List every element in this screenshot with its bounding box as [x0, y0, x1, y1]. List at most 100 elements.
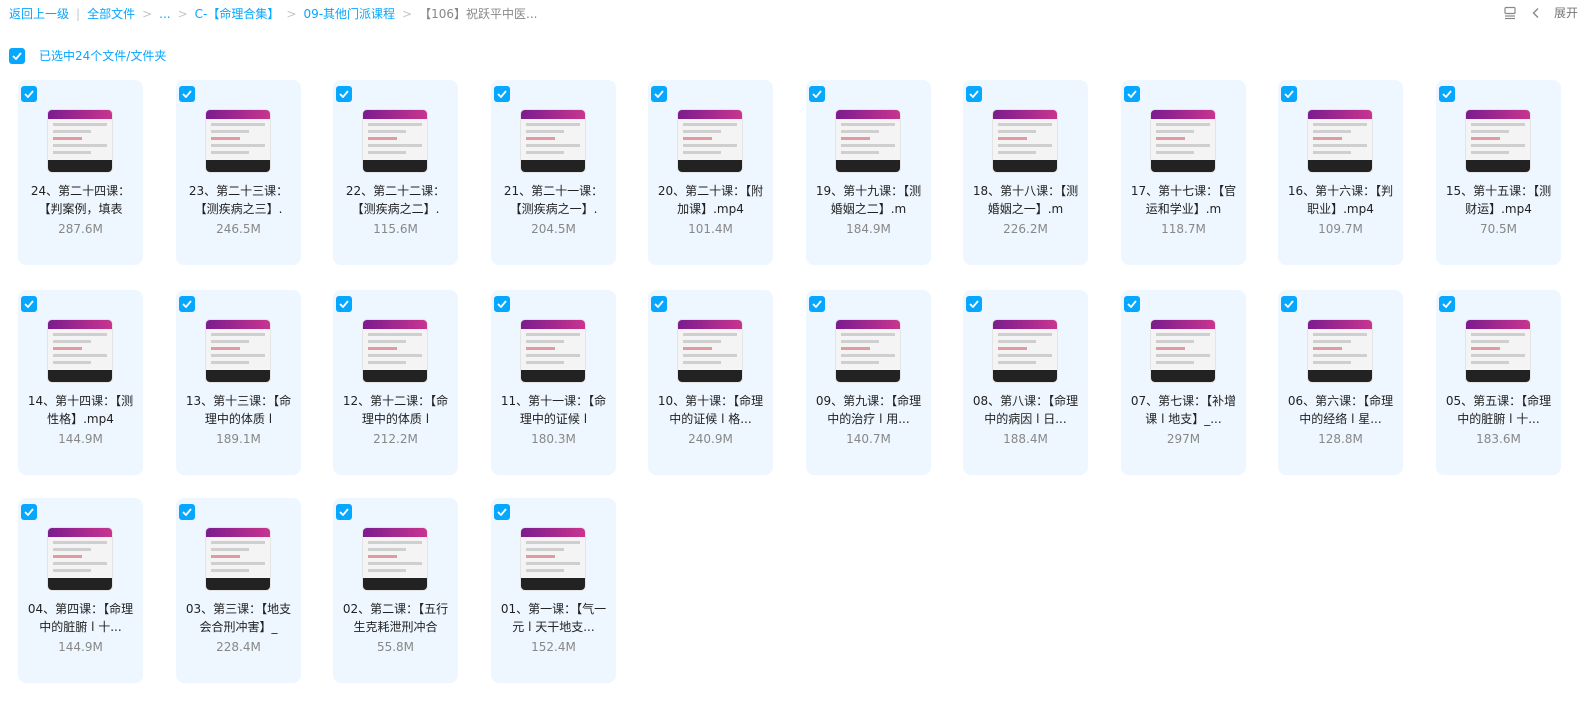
- file-checkbox[interactable]: [179, 296, 195, 312]
- video-thumbnail: [1466, 110, 1530, 172]
- file-checkbox[interactable]: [494, 296, 510, 312]
- breadcrumb-folder-09[interactable]: 09-其他门派课程: [303, 5, 395, 22]
- video-thumbnail: [206, 528, 270, 590]
- expand-button[interactable]: 展开: [1554, 4, 1578, 21]
- file-size: 188.4M: [1003, 432, 1048, 446]
- file-card[interactable]: 19、第十九课：【测婚姻之二】.m 184.9M: [806, 80, 931, 265]
- file-checkbox[interactable]: [1124, 86, 1140, 102]
- chevron-left-icon[interactable]: [1528, 5, 1544, 21]
- file-size: 226.2M: [1003, 222, 1048, 236]
- file-checkbox[interactable]: [21, 296, 37, 312]
- file-name: 14、第十四课：【测性格】.mp4: [27, 394, 134, 426]
- back-link[interactable]: 返回上一级: [9, 5, 69, 22]
- file-name: 05、第五课：【命理中的脏腑 l 十...: [1445, 394, 1552, 426]
- file-name: 03、第三课：【地支会合刑冲害】_: [185, 602, 292, 634]
- video-thumbnail: [1151, 110, 1215, 172]
- file-card[interactable]: 21、第二十一课：【测疾病之一】. 204.5M: [491, 80, 616, 265]
- video-thumbnail: [678, 110, 742, 172]
- file-card[interactable]: 04、第四课：【命理中的脏腑 l 十... 144.9M: [18, 498, 143, 683]
- file-checkbox[interactable]: [21, 86, 37, 102]
- file-checkbox[interactable]: [179, 86, 195, 102]
- file-name: 23、第二十三课：【测疾病之三】.: [188, 184, 289, 216]
- file-size: 55.8M: [376, 640, 415, 654]
- file-size: 180.3M: [531, 432, 576, 446]
- file-card[interactable]: 08、第八课：【命理中的病因 l 日... 188.4M: [963, 290, 1088, 475]
- file-checkbox[interactable]: [336, 86, 352, 102]
- breadcrumb-all-files[interactable]: 全部文件: [87, 5, 135, 22]
- file-checkbox[interactable]: [179, 504, 195, 520]
- video-thumbnail: [48, 110, 112, 172]
- file-checkbox[interactable]: [966, 86, 982, 102]
- breadcrumb: 返回上一级 | 全部文件 > ... > C-【命理合集】 > 09-其他门派课…: [9, 5, 537, 22]
- file-checkbox[interactable]: [21, 504, 37, 520]
- selection-bar: 已选中24个文件/文件夹: [9, 47, 166, 64]
- file-size: 144.9M: [58, 640, 103, 654]
- file-card[interactable]: 24、第二十四课：【判案例，填表 287.6M: [18, 80, 143, 265]
- file-checkbox[interactable]: [809, 86, 825, 102]
- file-card[interactable]: 16、第十六课：【判职业】.mp4 109.7M: [1278, 80, 1403, 265]
- file-size: 140.7M: [846, 432, 891, 446]
- file-card[interactable]: 23、第二十三课：【测疾病之三】. 246.5M: [176, 80, 301, 265]
- file-checkbox[interactable]: [1439, 296, 1455, 312]
- video-thumbnail: [1308, 110, 1372, 172]
- breadcrumb-divider: |: [76, 6, 81, 21]
- file-checkbox[interactable]: [336, 504, 352, 520]
- file-card[interactable]: 07、第七课：【补增课 l 地支】_... 297M: [1121, 290, 1246, 475]
- list-view-icon[interactable]: [1502, 5, 1518, 21]
- video-thumbnail: [363, 320, 427, 382]
- breadcrumb-separator: >: [142, 6, 153, 21]
- file-name: 20、第二十课：【附加课】.mp4: [657, 184, 764, 216]
- video-thumbnail: [521, 528, 585, 590]
- file-checkbox[interactable]: [1124, 296, 1140, 312]
- breadcrumb-ellipsis[interactable]: ...: [159, 7, 170, 21]
- file-card[interactable]: 05、第五课：【命理中的脏腑 l 十... 183.6M: [1436, 290, 1561, 475]
- file-size: 115.6M: [373, 222, 418, 236]
- file-name: 11、第十一课：【命理中的证候 l: [500, 394, 607, 426]
- video-thumbnail: [48, 528, 112, 590]
- file-checkbox[interactable]: [336, 296, 352, 312]
- file-size: 128.8M: [1318, 432, 1363, 446]
- file-checkbox[interactable]: [494, 504, 510, 520]
- file-card[interactable]: 11、第十一课：【命理中的证候 l 180.3M: [491, 290, 616, 475]
- file-name: 09、第九课：【命理中的治疗 l 用...: [815, 394, 922, 426]
- file-size: 152.4M: [531, 640, 576, 654]
- file-checkbox[interactable]: [651, 86, 667, 102]
- file-card[interactable]: 12、第十二课：【命理中的体质 l 212.2M: [333, 290, 458, 475]
- file-card[interactable]: 17、第十七课：【官运和学业】.m 118.7M: [1121, 80, 1246, 265]
- breadcrumb-folder-c[interactable]: C-【命理合集】: [195, 5, 280, 22]
- file-name: 12、第十二课：【命理中的体质 l: [342, 394, 449, 426]
- file-checkbox[interactable]: [651, 296, 667, 312]
- video-thumbnail: [1466, 320, 1530, 382]
- video-thumbnail: [363, 528, 427, 590]
- file-name: 19、第十九课：【测婚姻之二】.m: [815, 184, 922, 216]
- file-checkbox[interactable]: [809, 296, 825, 312]
- video-thumbnail: [1151, 320, 1215, 382]
- file-size: 183.6M: [1476, 432, 1521, 446]
- file-size: 70.5M: [1479, 222, 1518, 236]
- file-card[interactable]: 09、第九课：【命理中的治疗 l 用... 140.7M: [806, 290, 931, 475]
- file-size: 240.9M: [688, 432, 733, 446]
- file-name: 01、第一课：【气一元 l 天干地支...: [500, 602, 607, 634]
- file-checkbox[interactable]: [966, 296, 982, 312]
- select-all-checkbox[interactable]: [9, 47, 25, 64]
- file-card[interactable]: 20、第二十课：【附加课】.mp4 101.4M: [648, 80, 773, 265]
- breadcrumb-separator: >: [402, 6, 413, 21]
- file-name: 10、第十课：【命理中的证候 l 格...: [657, 394, 764, 426]
- breadcrumb-current: 【106】祝跃平中医...: [419, 7, 538, 21]
- file-checkbox[interactable]: [1439, 86, 1455, 102]
- file-card[interactable]: 02、第二课：【五行生克耗泄刑冲合 55.8M: [333, 498, 458, 683]
- file-card[interactable]: 03、第三课：【地支会合刑冲害】_ 228.4M: [176, 498, 301, 683]
- file-checkbox[interactable]: [1281, 86, 1297, 102]
- file-checkbox[interactable]: [494, 86, 510, 102]
- video-thumbnail: [363, 110, 427, 172]
- file-checkbox[interactable]: [1281, 296, 1297, 312]
- file-card[interactable]: 15、第十五课：【测财运】.mp4 70.5M: [1436, 80, 1561, 265]
- file-size: 189.1M: [216, 432, 261, 446]
- file-card[interactable]: 13、第十三课：【命理中的体质 l 189.1M: [176, 290, 301, 475]
- file-card[interactable]: 22、第二十二课：【测疾病之二】. 115.6M: [333, 80, 458, 265]
- file-card[interactable]: 10、第十课：【命理中的证候 l 格... 240.9M: [648, 290, 773, 475]
- file-card[interactable]: 06、第六课：【命理中的经络 l 星... 128.8M: [1278, 290, 1403, 475]
- file-card[interactable]: 01、第一课：【气一元 l 天干地支... 152.4M: [491, 498, 616, 683]
- file-card[interactable]: 14、第十四课：【测性格】.mp4 144.9M: [18, 290, 143, 475]
- file-card[interactable]: 18、第十八课：【测婚姻之一】.m 226.2M: [963, 80, 1088, 265]
